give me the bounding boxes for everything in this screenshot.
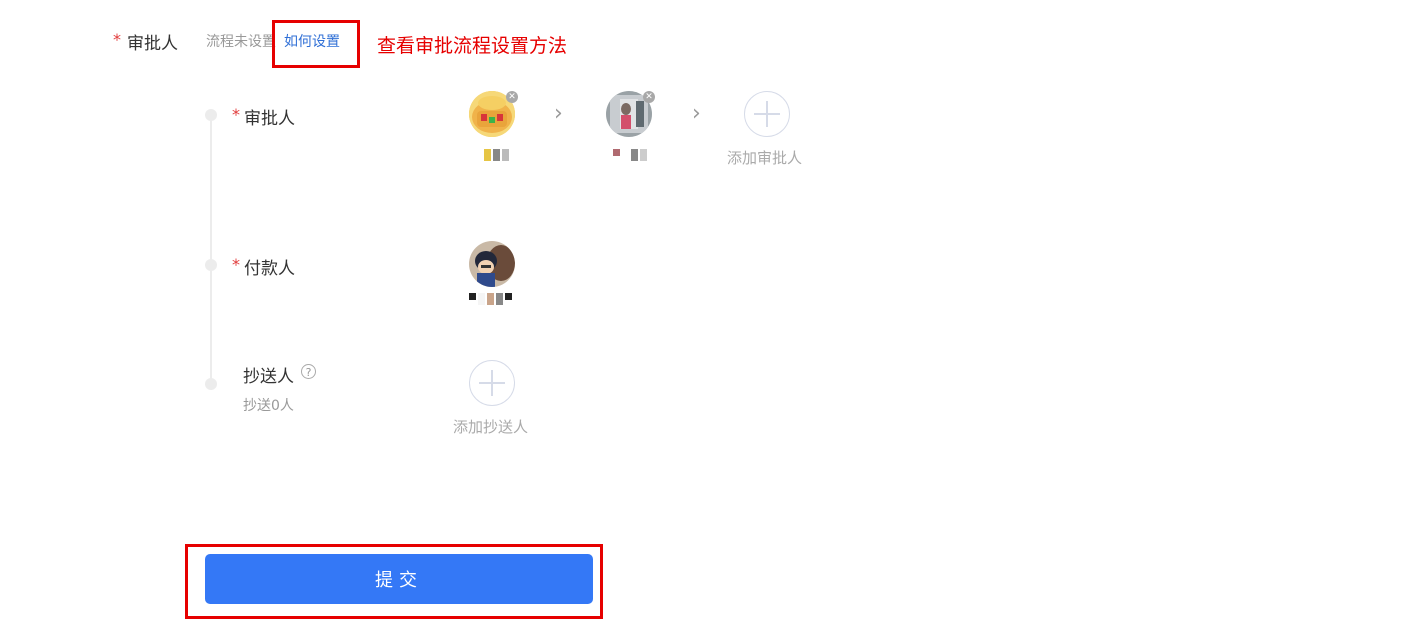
add-approver-button[interactable]	[744, 91, 790, 137]
question-circle-icon[interactable]: ?	[301, 364, 316, 379]
timeline-line	[210, 114, 212, 386]
timeline-dot	[205, 378, 217, 390]
payer-row-label: 付款人	[244, 259, 295, 279]
payer-avatar[interactable]	[469, 241, 515, 287]
highlight-box-how-to-set	[272, 20, 360, 68]
add-approver-label[interactable]: 添加审批人	[727, 147, 802, 168]
add-cc-button[interactable]	[469, 360, 515, 406]
annotation-text: 查看审批流程设置方法	[377, 35, 568, 57]
remove-approver-icon[interactable]: ✕	[643, 91, 655, 103]
chevron-right-icon: ›	[554, 101, 563, 126]
approver-row-label: 审批人	[244, 109, 295, 129]
payer-name	[469, 293, 512, 305]
cc-count-text: 抄送0人	[243, 398, 294, 414]
approver-field-label: 审批人	[127, 34, 178, 54]
approver-name	[484, 149, 509, 161]
plus-icon	[479, 370, 505, 396]
chevron-right-icon: ›	[692, 101, 701, 126]
approver-name	[613, 149, 647, 161]
required-star: *	[232, 255, 240, 274]
flow-not-set-text: 流程未设置	[206, 34, 276, 50]
timeline-dot	[205, 259, 217, 271]
remove-approver-icon[interactable]: ✕	[506, 91, 518, 103]
plus-icon	[754, 101, 780, 127]
required-star: *	[113, 30, 121, 49]
submit-button[interactable]: 提交	[205, 554, 593, 604]
cc-row-label: 抄送人	[243, 367, 294, 387]
add-cc-label[interactable]: 添加抄送人	[453, 416, 528, 437]
required-star: *	[232, 105, 240, 124]
timeline-dot	[205, 109, 217, 121]
